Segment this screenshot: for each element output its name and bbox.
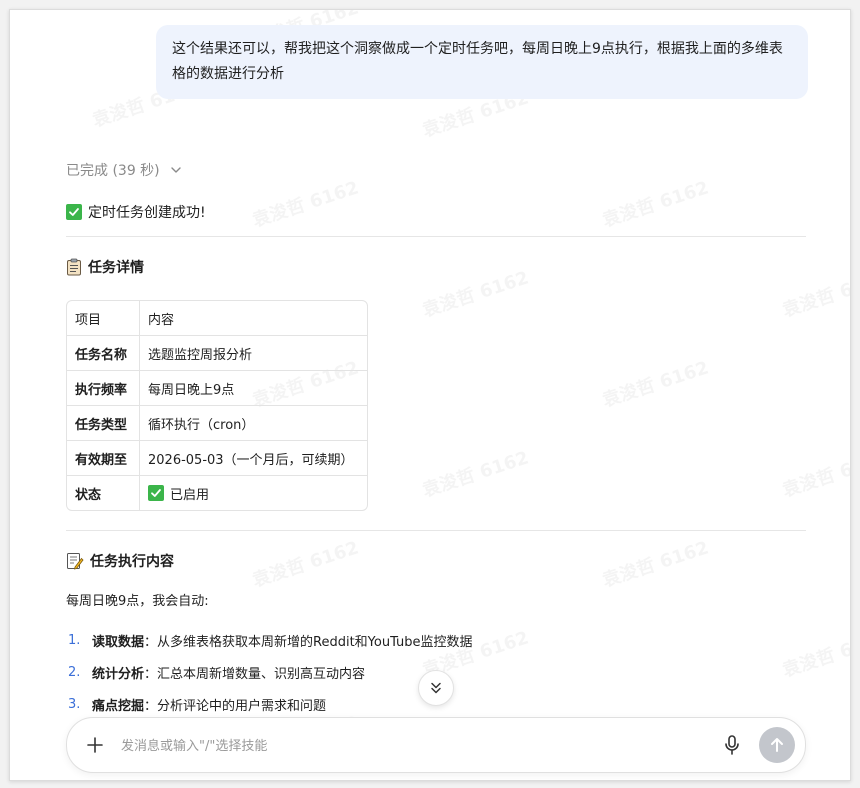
table-row: 有效期至 2026-05-03（一个月后，可续期） xyxy=(67,441,367,476)
task-details-table: 项目 内容 任务名称 选题监控周报分析 执行频率 每周日晚上9点 任务类型 循环… xyxy=(66,300,368,511)
divider xyxy=(66,530,806,531)
table-row: 执行频率 每周日晚上9点 xyxy=(67,371,367,406)
details-heading: 任务详情 xyxy=(66,257,144,277)
watermark: 袁浚哲 6162 xyxy=(779,264,850,323)
table-header-value: 内容 xyxy=(140,301,367,336)
table-cell-key: 任务类型 xyxy=(67,406,140,441)
microphone-icon[interactable] xyxy=(722,734,742,756)
watermark: 袁浚哲 6162 xyxy=(249,174,362,233)
memo-icon xyxy=(67,553,84,570)
check-mark-icon xyxy=(66,204,82,220)
message-composer xyxy=(66,717,806,773)
exec-heading: 任务执行内容 xyxy=(66,551,174,571)
list-item-number: 2. xyxy=(68,664,81,680)
status-text: 已启用 xyxy=(170,487,210,503)
chat-window: 袁浚哲 6162 袁浚哲 6162 袁浚哲 6162 袁浚哲 6162 袁浚哲 … xyxy=(9,9,851,781)
list-item: 2. 统计分析 ：汇总本周新增数量、识别高互动内容 xyxy=(66,656,473,688)
table-cell-value: 循环执行（cron） xyxy=(140,406,367,441)
success-message: 定时任务创建成功! xyxy=(66,202,206,222)
exec-steps-list: 1. 读取数据 ：从多维表格获取本周新增的Reddit和YouTube监控数据 … xyxy=(66,624,473,720)
list-item-text: ：从多维表格获取本周新增的Reddit和YouTube监控数据 xyxy=(144,634,473,650)
list-item-number: 1. xyxy=(68,632,81,648)
message-input[interactable] xyxy=(119,732,663,760)
scroll-to-bottom-button[interactable] xyxy=(418,670,454,706)
watermark: 袁浚哲 6162 xyxy=(599,174,712,233)
watermark: 袁浚哲 6162 xyxy=(419,264,532,323)
table-cell-value: 已启用 xyxy=(140,476,367,510)
user-message-bubble: 这个结果还可以，帮我把这个洞察做成一个定时任务吧，每周日晚上9点执行，根据我上面… xyxy=(156,25,808,99)
plus-icon[interactable] xyxy=(85,735,105,755)
send-button[interactable] xyxy=(759,727,795,763)
table-cell-value: 2026-05-03（一个月后，可续期） xyxy=(140,441,367,476)
thinking-status-toggle[interactable]: 已完成 (39 秒) xyxy=(66,160,182,180)
table-row: 状态 已启用 xyxy=(67,476,367,510)
watermark: 袁浚哲 6162 xyxy=(599,534,712,593)
table-row: 任务类型 循环执行（cron） xyxy=(67,406,367,441)
table-row: 任务名称 选题监控周报分析 xyxy=(67,336,367,371)
chevron-down-icon xyxy=(170,167,181,173)
status-badge: 已启用 xyxy=(148,484,359,503)
list-item: 3. 痛点挖掘 ：分析评论中的用户需求和问题 xyxy=(66,688,473,720)
list-item-keyword: 统计分析 xyxy=(92,666,145,682)
list-item-text: ：汇总本周新增数量、识别高互动内容 xyxy=(144,666,366,682)
table-cell-key: 有效期至 xyxy=(67,441,140,476)
watermark: 袁浚哲 6162 xyxy=(419,444,532,503)
list-item: 1. 读取数据 ：从多维表格获取本周新增的Reddit和YouTube监控数据 xyxy=(66,624,473,656)
exec-intro: 每周日晚9点，我会自动: xyxy=(66,594,209,609)
clipboard-icon xyxy=(67,258,81,276)
success-text: 定时任务创建成功! xyxy=(88,205,206,221)
list-item-keyword: 痛点挖掘 xyxy=(92,698,145,714)
thinking-status-text: 已完成 (39 秒) xyxy=(66,163,160,179)
list-item-number: 3. xyxy=(68,696,81,712)
double-chevron-down-icon xyxy=(431,682,441,694)
check-mark-icon xyxy=(148,485,164,501)
watermark: 袁浚哲 6162 xyxy=(249,534,362,593)
arrow-up-icon xyxy=(771,738,783,752)
table-cell-key: 任务名称 xyxy=(67,336,140,371)
table-header-row: 项目 内容 xyxy=(67,301,367,336)
list-item-text: ：分析评论中的用户需求和问题 xyxy=(144,698,327,714)
watermark: 袁浚哲 6162 xyxy=(779,624,850,683)
list-item-keyword: 读取数据 xyxy=(92,634,145,650)
watermark: 袁浚哲 6162 xyxy=(779,444,850,503)
watermark: 袁浚哲 6162 xyxy=(599,354,712,413)
table-cell-key: 执行频率 xyxy=(67,371,140,406)
table-cell-key: 状态 xyxy=(67,476,140,510)
table-header-key: 项目 xyxy=(67,301,140,336)
exec-title: 任务执行内容 xyxy=(90,554,174,570)
table-cell-value: 每周日晚上9点 xyxy=(140,371,367,406)
divider xyxy=(66,236,806,237)
table-cell-value: 选题监控周报分析 xyxy=(140,336,367,371)
details-title: 任务详情 xyxy=(88,260,144,276)
